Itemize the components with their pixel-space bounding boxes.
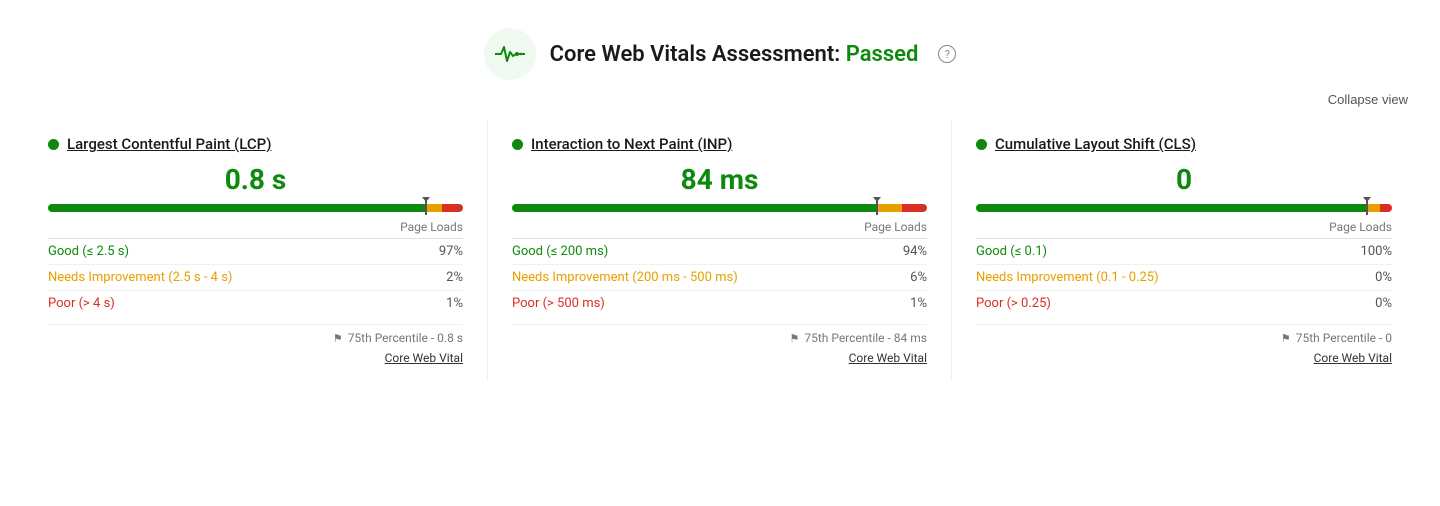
bar-track-lcp	[48, 204, 463, 212]
metric-value-cls: 0	[976, 163, 1392, 196]
collapse-row: Collapse view	[0, 88, 1440, 119]
status-dot-cls	[976, 139, 987, 150]
metric-row: Poor (> 4 s) 1%	[48, 291, 463, 316]
bar-good	[48, 204, 426, 212]
metric-value-inp: 84 ms	[512, 163, 927, 196]
percentile-text: 75th Percentile - 0	[1296, 331, 1392, 345]
metric-rows-cls: Good (≤ 0.1) 100% Needs Improvement (0.1 -…	[976, 238, 1392, 316]
metric-rows-inp: Good (≤ 200 ms) 94% Needs Improvement (200…	[512, 238, 927, 316]
status-dot-lcp	[48, 139, 59, 150]
bar-container-cls	[976, 204, 1392, 214]
bar-needs-improvement	[1367, 204, 1379, 212]
metric-row: Good (≤ 2.5 s) 97%	[48, 239, 463, 265]
bar-track-inp	[512, 204, 927, 212]
row-label: Needs Improvement (2.5 s - 4 s)	[48, 270, 232, 285]
bar-poor	[1380, 204, 1392, 212]
page-loads-label-inp: Page Loads	[512, 220, 927, 234]
metrics-grid: Largest Contentful Paint (LCP) 0.8 s Page …	[0, 119, 1440, 401]
bar-needs-improvement	[426, 204, 443, 212]
header-title: Core Web Vitals Assessment: Passed	[550, 42, 919, 67]
metric-title-cls[interactable]: Cumulative Layout Shift (CLS)	[995, 135, 1196, 153]
metric-row: Needs Improvement (200 ms - 500 ms) 6%	[512, 265, 927, 291]
metric-rows-lcp: Good (≤ 2.5 s) 97% Needs Improvement (2.5 …	[48, 238, 463, 316]
metric-title-row-cls: Cumulative Layout Shift (CLS)	[976, 135, 1392, 153]
pin-icon: ⚑	[333, 332, 343, 345]
bar-good	[512, 204, 877, 212]
row-value: 97%	[439, 244, 463, 259]
metric-row: Poor (> 500 ms) 1%	[512, 291, 927, 316]
metric-row: Needs Improvement (0.1 - 0.25) 0%	[976, 265, 1392, 291]
metric-card-cls: Cumulative Layout Shift (CLS) 0 Page Loads…	[952, 119, 1416, 381]
row-value: 0%	[1375, 296, 1392, 311]
row-value: 100%	[1361, 244, 1392, 259]
row-value: 0%	[1375, 270, 1392, 285]
bar-poor	[442, 204, 463, 212]
percentile-text: 75th Percentile - 84 ms	[804, 331, 927, 345]
bar-good	[976, 204, 1367, 212]
percentile-row-lcp: ⚑ 75th Percentile - 0.8 s	[48, 324, 463, 345]
pin-icon: ⚑	[789, 332, 799, 345]
bar-container-lcp	[48, 204, 463, 214]
row-label: Good (≤ 2.5 s)	[48, 244, 129, 259]
core-web-vital-link-lcp: Core Web Vital	[48, 351, 463, 365]
percentile-text: 75th Percentile - 0.8 s	[348, 331, 463, 345]
metric-value-lcp: 0.8 s	[48, 163, 463, 196]
status-dot-inp	[512, 139, 523, 150]
row-label: Good (≤ 0.1)	[976, 244, 1047, 259]
core-web-vital-anchor[interactable]: Core Web Vital	[385, 351, 463, 365]
core-web-vital-link-cls: Core Web Vital	[976, 351, 1392, 365]
row-label: Poor (> 4 s)	[48, 296, 115, 311]
row-label: Needs Improvement (0.1 - 0.25)	[976, 270, 1159, 285]
metric-title-inp[interactable]: Interaction to Next Paint (INP)	[531, 135, 732, 153]
row-value: 6%	[910, 270, 927, 285]
row-value: 94%	[903, 244, 927, 259]
metric-title-row-inp: Interaction to Next Paint (INP)	[512, 135, 927, 153]
row-value: 2%	[446, 270, 463, 285]
row-label: Needs Improvement (200 ms - 500 ms)	[512, 270, 738, 285]
percentile-row-cls: ⚑ 75th Percentile - 0	[976, 324, 1392, 345]
passed-status: Passed	[846, 42, 919, 67]
row-value: 1%	[446, 296, 463, 311]
page-loads-label-lcp: Page Loads	[48, 220, 463, 234]
metric-card-inp: Interaction to Next Paint (INP) 84 ms Page…	[488, 119, 952, 381]
vitals-icon	[484, 28, 536, 80]
bar-marker-inp	[876, 201, 878, 215]
bar-marker-lcp	[425, 201, 427, 215]
core-web-vital-anchor[interactable]: Core Web Vital	[849, 351, 927, 365]
bar-marker-cls	[1366, 201, 1368, 215]
page-loads-label-cls: Page Loads	[976, 220, 1392, 234]
metric-card-lcp: Largest Contentful Paint (LCP) 0.8 s Page …	[24, 119, 488, 381]
help-icon[interactable]: ?	[938, 45, 956, 63]
metric-row: Needs Improvement (2.5 s - 4 s) 2%	[48, 265, 463, 291]
row-value: 1%	[910, 296, 927, 311]
metric-row: Poor (> 0.25) 0%	[976, 291, 1392, 316]
bar-container-inp	[512, 204, 927, 214]
row-label: Poor (> 0.25)	[976, 296, 1051, 311]
core-web-vital-link-inp: Core Web Vital	[512, 351, 927, 365]
metric-title-row-lcp: Largest Contentful Paint (LCP)	[48, 135, 463, 153]
bar-needs-improvement	[877, 204, 902, 212]
row-label: Poor (> 500 ms)	[512, 296, 605, 311]
core-web-vital-anchor[interactable]: Core Web Vital	[1314, 351, 1392, 365]
bar-poor	[902, 204, 927, 212]
metric-row: Good (≤ 200 ms) 94%	[512, 239, 927, 265]
metric-title-lcp[interactable]: Largest Contentful Paint (LCP)	[67, 135, 271, 153]
metric-row: Good (≤ 0.1) 100%	[976, 239, 1392, 265]
pin-icon: ⚑	[1281, 332, 1291, 345]
bar-track-cls	[976, 204, 1392, 212]
page-header: Core Web Vitals Assessment: Passed ?	[0, 0, 1440, 88]
percentile-row-inp: ⚑ 75th Percentile - 84 ms	[512, 324, 927, 345]
collapse-button[interactable]: Collapse view	[1328, 92, 1408, 107]
row-label: Good (≤ 200 ms)	[512, 244, 608, 259]
